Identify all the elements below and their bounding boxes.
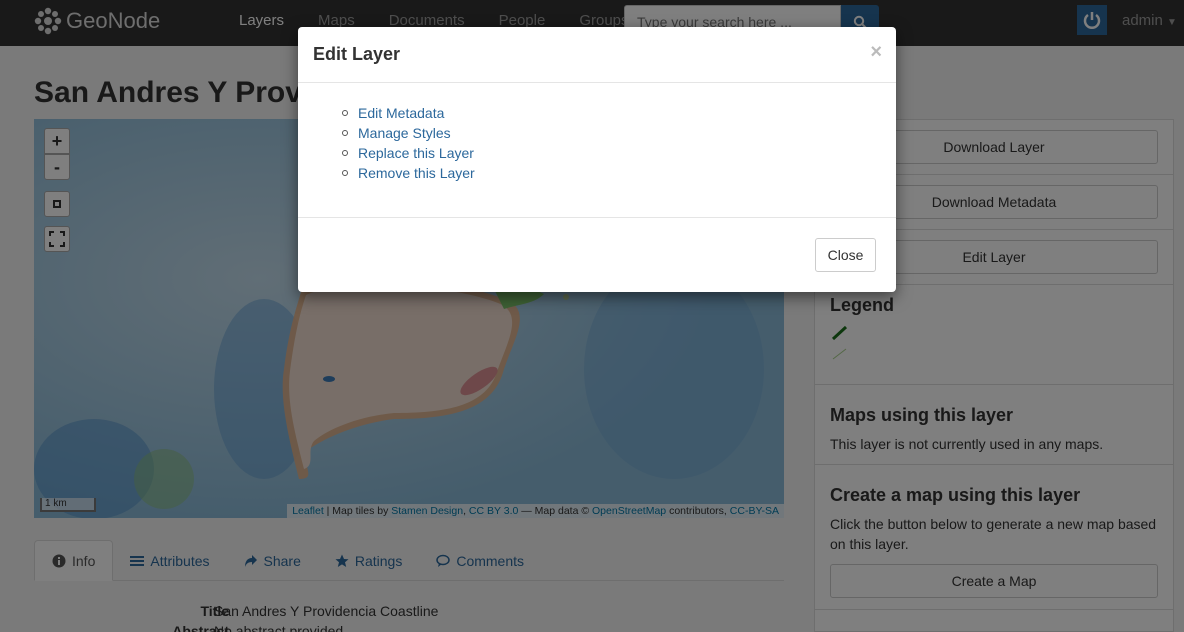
edit-layer-modal: Edit Layer × Edit Metadata Manage Styles… xyxy=(298,27,896,292)
close-icon[interactable]: × xyxy=(870,41,882,64)
modal-header: Edit Layer × xyxy=(298,27,896,83)
bullet-icon xyxy=(342,170,348,176)
bullet-icon xyxy=(342,150,348,156)
close-button[interactable]: Close xyxy=(815,238,876,272)
edit-options-list: Edit Metadata Manage Styles Replace this… xyxy=(342,103,475,183)
modal-title: Edit Layer xyxy=(313,44,401,64)
list-item: Remove this Layer xyxy=(342,163,475,183)
list-item: Replace this Layer xyxy=(342,143,475,163)
remove-layer-link[interactable]: Remove this Layer xyxy=(358,165,475,181)
edit-metadata-link[interactable]: Edit Metadata xyxy=(358,105,444,121)
replace-layer-link[interactable]: Replace this Layer xyxy=(358,145,474,161)
list-item: Manage Styles xyxy=(342,123,475,143)
modal-body: Edit Metadata Manage Styles Replace this… xyxy=(298,83,896,218)
manage-styles-link[interactable]: Manage Styles xyxy=(358,125,451,141)
bullet-icon xyxy=(342,130,348,136)
bullet-icon xyxy=(342,110,348,116)
list-item: Edit Metadata xyxy=(342,103,475,123)
